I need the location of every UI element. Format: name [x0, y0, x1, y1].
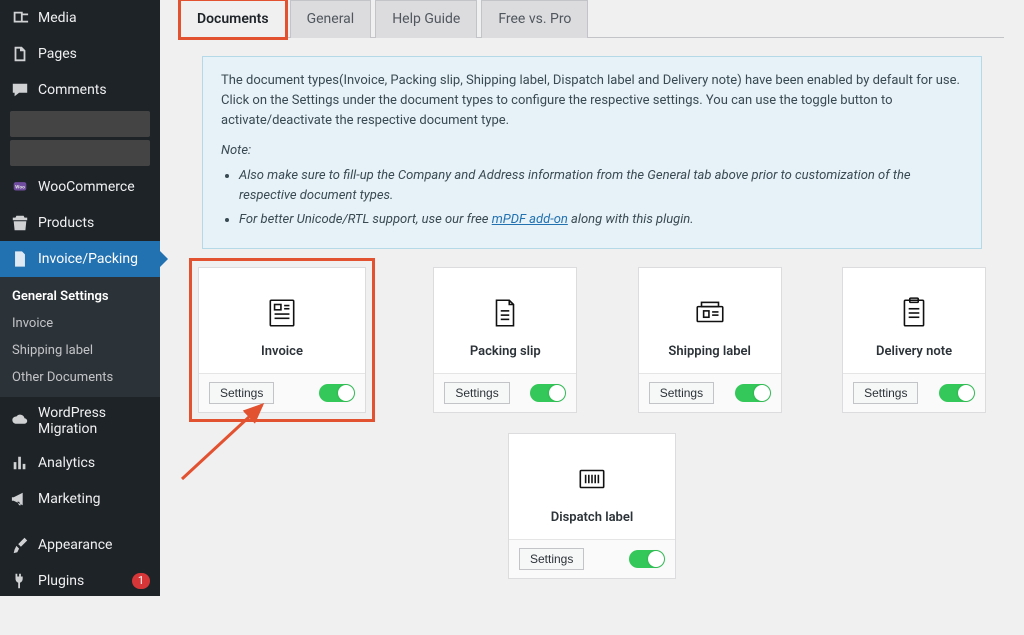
woocommerce-icon: Woo: [10, 177, 30, 197]
card-title: Shipping label: [649, 344, 771, 359]
shipping-toggle[interactable]: [735, 384, 771, 402]
media-icon: [10, 8, 30, 28]
note-label: Note:: [221, 141, 963, 161]
delivery-icon: [897, 296, 931, 330]
packing-icon: [488, 296, 522, 330]
sidebar-item-label: Plugins: [38, 573, 120, 589]
sidebar-placeholder: [10, 140, 150, 166]
sidebar-item-pages[interactable]: Pages: [0, 36, 160, 72]
submenu-shipping-label[interactable]: Shipping label: [0, 337, 160, 364]
sidebar-item-marketing[interactable]: Marketing: [0, 481, 160, 517]
sidebar-item-label: WordPress Migration: [38, 405, 150, 437]
tabs-nav: Documents General Help Guide Free vs. Pr…: [180, 0, 1004, 38]
sidebar-item-label: Pages: [38, 46, 150, 62]
cloud-icon: [10, 411, 30, 431]
sidebar-item-comments[interactable]: Comments: [0, 72, 160, 108]
sidebar-submenu: General Settings Invoice Shipping label …: [0, 277, 160, 397]
invoice-toggle[interactable]: [319, 384, 355, 402]
sidebar-item-label: Users: [38, 609, 150, 625]
note-bullet-2: For better Unicode/RTL support, use our …: [239, 210, 963, 230]
tab-documents[interactable]: Documents: [180, 0, 286, 38]
shipping-settings-button[interactable]: Settings: [649, 382, 714, 404]
sidebar-item-label: WooCommerce: [38, 179, 150, 195]
delivery-settings-button[interactable]: Settings: [853, 382, 918, 404]
document-icon: [10, 249, 30, 269]
tab-general[interactable]: General: [290, 0, 372, 38]
shipping-icon: [693, 296, 727, 330]
sidebar-item-label: Media: [38, 10, 150, 26]
card-packing-slip: Packing slip Settings: [433, 267, 577, 413]
update-badge: 1: [132, 573, 150, 589]
card-title: Packing slip: [444, 344, 566, 359]
sidebar-item-label: Appearance: [38, 537, 150, 553]
comments-icon: [10, 80, 30, 100]
products-icon: [10, 213, 30, 233]
sidebar-item-label: Invoice/Packing: [38, 251, 150, 267]
sidebar-item-invoice-packing[interactable]: Invoice/Packing: [0, 241, 160, 277]
sidebar-item-wp-migration[interactable]: WordPress Migration: [0, 397, 160, 445]
tab-help-guide[interactable]: Help Guide: [375, 0, 477, 38]
invoice-highlight: Invoice Settings: [189, 258, 375, 422]
sidebar-item-label: Marketing: [38, 491, 150, 507]
dispatch-settings-button[interactable]: Settings: [519, 548, 584, 570]
note-bullet-1: Also make sure to fill-up the Company an…: [239, 166, 963, 206]
content-area: Documents General Help Guide Free vs. Pr…: [160, 0, 1024, 596]
invoice-settings-button[interactable]: Settings: [209, 382, 274, 404]
svg-text:Woo: Woo: [15, 184, 25, 190]
sidebar-placeholder: [10, 111, 150, 137]
mpdf-link[interactable]: mPDF add-on: [492, 212, 568, 227]
card-shipping-label: Shipping label Settings: [638, 267, 782, 413]
cards-area: Invoice Settings Packing slip: [180, 267, 1004, 579]
invoice-icon: [265, 296, 299, 330]
admin-sidebar: Media Pages Comments Woo WooCommerce Pro…: [0, 0, 160, 596]
notice-text: The document types(Invoice, Packing slip…: [221, 73, 960, 128]
brush-icon: [10, 535, 30, 555]
packing-toggle[interactable]: [530, 384, 566, 402]
sidebar-item-appearance[interactable]: Appearance: [0, 527, 160, 563]
submenu-general-settings[interactable]: General Settings: [0, 283, 160, 310]
sidebar-item-users[interactable]: Users: [0, 599, 160, 635]
card-title: Dispatch label: [519, 510, 665, 525]
submenu-other-documents[interactable]: Other Documents: [0, 364, 160, 391]
card-invoice: Invoice Settings: [198, 267, 366, 413]
sidebar-item-analytics[interactable]: Analytics: [0, 445, 160, 481]
card-title: Delivery note: [853, 344, 975, 359]
sidebar-item-plugins[interactable]: Plugins 1: [0, 563, 160, 599]
sidebar-item-label: Comments: [38, 82, 150, 98]
megaphone-icon: [10, 489, 30, 509]
submenu-invoice[interactable]: Invoice: [0, 310, 160, 337]
packing-settings-button[interactable]: Settings: [444, 382, 509, 404]
dispatch-toggle[interactable]: [629, 550, 665, 568]
card-title: Invoice: [209, 344, 355, 359]
pages-icon: [10, 44, 30, 64]
card-dispatch-label: Dispatch label Settings: [508, 433, 676, 579]
card-delivery-note: Delivery note Settings: [842, 267, 986, 413]
sidebar-item-label: Products: [38, 215, 150, 231]
sidebar-item-products[interactable]: Products: [0, 205, 160, 241]
tab-free-vs-pro[interactable]: Free vs. Pro: [481, 0, 588, 38]
dispatch-icon: [575, 462, 609, 496]
sidebar-item-woocommerce[interactable]: Woo WooCommerce: [0, 169, 160, 205]
info-notice: The document types(Invoice, Packing slip…: [202, 56, 982, 249]
sidebar-item-media[interactable]: Media: [0, 0, 160, 36]
sidebar-item-label: Analytics: [38, 455, 150, 471]
plug-icon: [10, 571, 30, 591]
user-icon: [10, 607, 30, 627]
delivery-toggle[interactable]: [939, 384, 975, 402]
analytics-icon: [10, 453, 30, 473]
